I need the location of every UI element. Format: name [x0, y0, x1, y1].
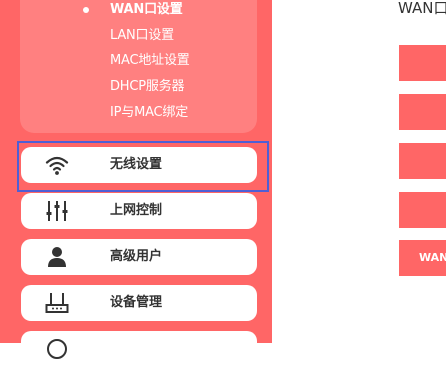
submenu-item-label: DHCP服务器: [110, 79, 185, 94]
menu-item-label: 设备管理: [110, 295, 163, 310]
circle-icon: [47, 339, 67, 359]
submenu-item-dhcp[interactable]: DHCP服务器: [110, 79, 185, 95]
focus-highlight: [17, 141, 269, 192]
wan-button[interactable]: WAN: [399, 240, 446, 276]
submenu-item-label: IP与MAC绑定: [110, 105, 189, 120]
action-button-label: WAN: [419, 251, 446, 264]
submenu-item-lan[interactable]: LAN口设置: [110, 28, 174, 44]
submenu-item-ip-mac-binding[interactable]: IP与MAC绑定: [110, 105, 188, 121]
menu-item-internet-control[interactable]: 上网控制: [21, 193, 257, 229]
submenu-item-label: LAN口设置: [110, 28, 174, 43]
sidebar: WAN口设置 LAN口设置 MAC地址设置 DHCP服务器 IP与MAC绑定 无…: [0, 0, 272, 367]
page-title: WAN口: [398, 0, 446, 17]
sliders-icon: [46, 201, 68, 221]
submenu-item-mac[interactable]: MAC地址设置: [110, 53, 190, 69]
submenu-item-wan[interactable]: WAN口设置: [83, 2, 183, 18]
submenu-item-label: MAC地址设置: [110, 53, 190, 68]
action-button-2[interactable]: [399, 94, 446, 130]
menu-item-label: 高级用户: [110, 249, 163, 264]
action-button-4[interactable]: [399, 192, 446, 228]
menu-item-advanced-user[interactable]: 高级用户: [21, 239, 257, 275]
submenu-item-label: WAN口设置: [110, 2, 183, 17]
active-bullet-icon: [83, 7, 89, 13]
network-submenu: WAN口设置 LAN口设置 MAC地址设置 DHCP服务器 IP与MAC绑定: [20, 0, 257, 133]
menu-item-device-management[interactable]: 设备管理: [21, 285, 257, 321]
menu-item-partial[interactable]: [21, 331, 257, 367]
action-button-3[interactable]: [399, 143, 446, 179]
user-icon: [48, 247, 66, 267]
menu-item-label: 上网控制: [110, 203, 163, 218]
router-icon: [45, 293, 69, 313]
action-button-1[interactable]: [399, 45, 446, 81]
